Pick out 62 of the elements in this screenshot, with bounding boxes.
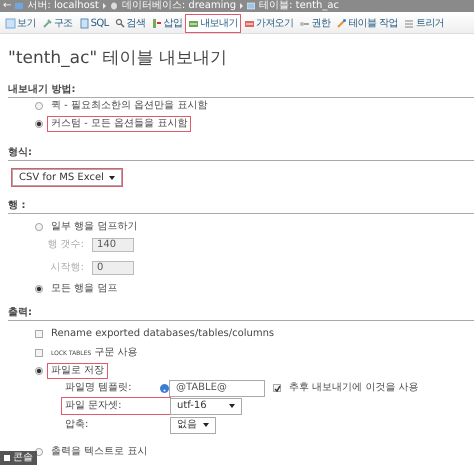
database-icon	[110, 2, 118, 10]
console-icon	[4, 455, 10, 461]
radio-button[interactable]	[35, 367, 43, 376]
server-icon	[15, 2, 24, 10]
radio-button[interactable]	[35, 102, 43, 110]
option-label: 일부 행을 덤프하기	[50, 220, 138, 234]
field-label: 시작행:	[50, 262, 84, 274]
option-label: Rename exported databases/tables/columns	[50, 327, 276, 342]
section-heading: 형식:	[8, 147, 474, 162]
field-label: 행 갯수:	[46, 239, 84, 252]
format-select[interactable]: CSV for MS Excel	[12, 169, 122, 186]
caret-icon	[203, 423, 209, 428]
tab[interactable]: 보기	[2, 14, 39, 33]
breadcrumb-link[interactable]: 테이블: tenth_ac	[259, 0, 339, 12]
section-heading: 행 :	[8, 200, 474, 214]
text-field[interactable]: @TABLE@	[169, 380, 265, 397]
tab[interactable]: 검색	[112, 14, 148, 33]
section-heading: 출력:	[8, 307, 474, 322]
section-heading: 내보내기 방법:	[8, 84, 474, 98]
radio-button[interactable]	[35, 120, 43, 128]
trigger-icon	[404, 18, 415, 29]
field-label: 파일 문자셋:	[62, 398, 170, 414]
option-label: 파일로 저장	[48, 364, 108, 378]
tab[interactable]: 삽입	[148, 14, 186, 33]
tab[interactable]: 테이블 작업	[333, 14, 401, 33]
radio-button[interactable]	[35, 223, 43, 232]
export-icon	[188, 18, 200, 29]
insert-icon	[151, 18, 162, 29]
field-label: 압축:	[64, 418, 90, 432]
breadcrumb-link[interactable]: 서버: localhost	[27, 0, 99, 12]
tab[interactable]: 구조	[38, 14, 76, 33]
tab[interactable]: 가져오기	[240, 14, 296, 33]
caret-icon	[229, 404, 235, 408]
tab[interactable]: 내보내기	[185, 14, 241, 33]
check-icon	[274, 384, 280, 392]
caret-icon	[109, 176, 115, 180]
page-title: "tenth_ac" 테이블 내보내기	[8, 48, 228, 68]
table-icon	[247, 2, 256, 10]
breadcrumb-link[interactable]: 데이터베이스: dreaming	[122, 0, 236, 12]
field-label: 파일명 템플릿:	[64, 381, 133, 396]
import-icon	[244, 18, 255, 29]
tab[interactable]: SQL	[76, 14, 112, 33]
search-icon	[114, 18, 126, 29]
option-label: 커스텀 - 모든 옵션들을 표시함	[48, 117, 190, 132]
checkbox[interactable]	[35, 349, 43, 358]
option-label: 추후 내보내기에 이것을 사용	[289, 382, 419, 394]
checkbox[interactable]	[35, 330, 43, 338]
table-icon	[5, 18, 16, 29]
wrench-icon	[336, 18, 348, 29]
wrench-icon	[42, 18, 53, 29]
radio-button[interactable]	[35, 285, 43, 294]
tab[interactable]: 트리거	[400, 14, 448, 33]
checkbox[interactable]	[273, 384, 281, 392]
dropdown[interactable]: utf-16	[170, 398, 242, 415]
option-label: 퀵 - 필요최소한의 옵션만을 표시함	[50, 99, 208, 114]
option-label: 출력을 텍스트로 표시	[50, 445, 148, 460]
dropdown[interactable]: 없음	[170, 416, 216, 434]
console-button[interactable]: 콘솔	[0, 451, 37, 465]
back-arrow[interactable]: ←	[3, 0, 12, 12]
option-label: 모든 행을 덤프	[50, 282, 118, 296]
document-icon	[78, 18, 90, 29]
tab[interactable]: 권한	[296, 14, 334, 33]
